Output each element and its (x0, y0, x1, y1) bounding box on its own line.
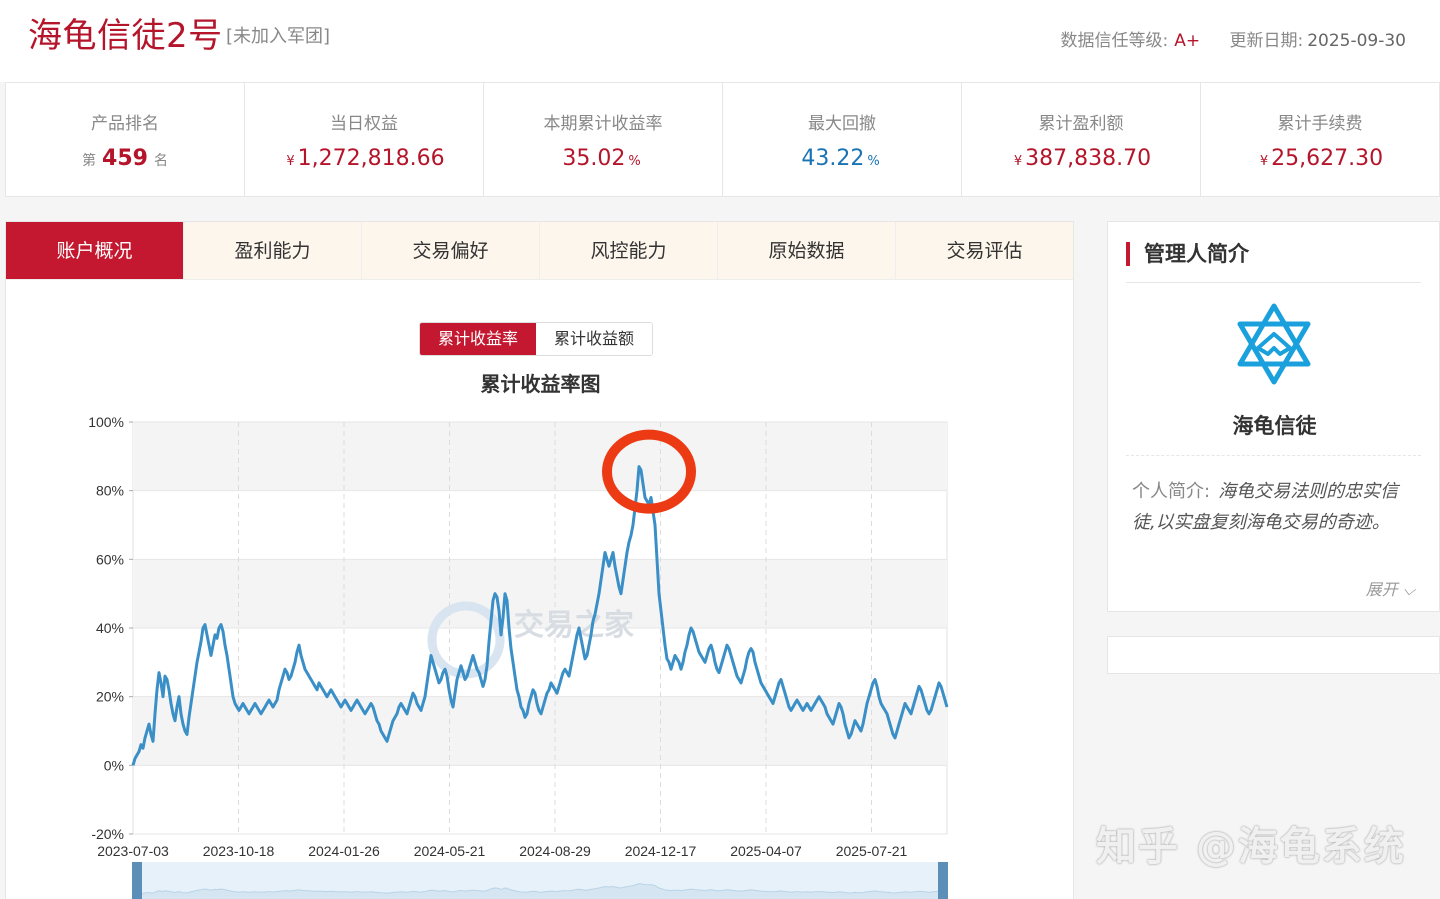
stat-value: 459 (102, 146, 148, 171)
stat-prefix: ¥ (1259, 154, 1269, 169)
intro-label: 个人简介: (1132, 481, 1211, 502)
expand-label: 展开 (1365, 580, 1398, 599)
stat-value: 43.22 (801, 146, 865, 171)
update-date: 2025-09-30 (1307, 31, 1406, 51)
x-tick-label: 2024-08-29 (519, 843, 591, 859)
stat-return-rate: 本期累计收益率 35.02% (484, 83, 723, 196)
stat-prefix: ¥ (1013, 154, 1023, 169)
stat-value: 35.02 (562, 146, 626, 171)
page-header: 海龟信徒2号 [未加入军团] 数据信任等级: A+ 更新日期: 2025-09-30 (0, 0, 1440, 82)
manager-heading: 管理人简介 (1126, 242, 1249, 266)
x-tick-label: 2025-04-07 (730, 843, 802, 859)
main-panel: 账户概况 盈利能力 交易偏好 风控能力 原始数据 交易评估 累计收益率 累计收益… (5, 221, 1074, 899)
chevron-down-icon: ⌵ (1402, 580, 1415, 599)
stat-fees: 累计手续费 ¥25,627.30 (1201, 83, 1439, 196)
stat-value: 1,272,818.66 (297, 146, 445, 171)
y-tick-label: 60% (96, 551, 124, 567)
page-title: 海龟信徒2号 (28, 16, 223, 56)
stat-value: 25,627.30 (1271, 146, 1384, 171)
stat-suffix: 名 (153, 153, 168, 169)
grade-value: A+ (1174, 31, 1201, 51)
y-tick-label: 80% (96, 483, 124, 499)
x-tick-label: 2024-05-21 (414, 843, 486, 859)
x-tick-label: 2023-07-03 (97, 843, 169, 859)
stat-prefix: ¥ (286, 154, 295, 169)
stat-suffix: % (867, 154, 880, 169)
stat-rank: 产品排名 第 459 名 (6, 83, 245, 196)
stat-label: 当日权益 (330, 114, 398, 134)
stat-suffix: % (628, 154, 641, 169)
header-meta: 数据信任等级: A+ 更新日期: 2025-09-30 (1060, 26, 1406, 51)
chart-watermark: 交易之家 (514, 608, 634, 643)
stat-label: 最大回撤 (808, 114, 876, 134)
grade-label: 数据信任等级: (1060, 31, 1169, 51)
manager-logo-icon (1237, 303, 1311, 385)
manager-intro: 个人简介: 海龟交易法则的忠实信徒,以实盘复刻海龟交易的奇迹。 (1132, 476, 1417, 538)
navigator-handle-left (132, 862, 142, 899)
stat-label: 本期累计收益率 (543, 114, 663, 134)
divider (1126, 282, 1421, 283)
legion-tag: [未加入军团] (226, 26, 331, 47)
navigator-handle-right (938, 862, 948, 899)
stat-equity: 当日权益 ¥1,272,818.66 (245, 83, 484, 196)
stat-prefix: 第 (82, 153, 97, 169)
y-tick-label: 40% (96, 620, 124, 636)
stat-label: 累计手续费 (1277, 114, 1363, 134)
manager-name: 海龟信徒 (1232, 414, 1317, 438)
secondary-panel (1107, 636, 1440, 674)
y-tick-label: 0% (104, 757, 124, 773)
page-watermark: 知乎 @海龟系统 (1096, 824, 1406, 870)
y-tick-label: 100% (88, 414, 124, 430)
stats-strip: 产品排名 第 459 名 当日权益 ¥1,272,818.66 本期累计收益率 35… (5, 82, 1440, 197)
stat-label: 产品排名 (91, 114, 159, 134)
y-tick-label: 20% (96, 689, 124, 705)
stat-max-drawdown: 最大回撤 43.22% (723, 83, 962, 196)
x-tick-label: 2025-07-21 (836, 843, 908, 859)
x-tick-label: 2024-12-17 (625, 843, 697, 859)
x-tick-label: 2024-01-26 (308, 843, 380, 859)
date-label: 更新日期: (1229, 31, 1304, 51)
grid-band (133, 422, 947, 491)
divider (1126, 455, 1421, 456)
return-rate-chart: 2023-07-03 2023-10-18 2024-01-26 2024-05-21… (88, 414, 949, 899)
stat-value: 387,838.70 (1025, 146, 1152, 171)
expand-link[interactable]: 展开 ⌵ (1366, 576, 1415, 600)
manager-panel: 管理人简介 海龟信徒 个人简介: 海龟交易法则的忠实信徒,以实盘复刻海龟交易的奇迹… (1107, 221, 1440, 612)
y-tick-label: -20% (91, 826, 124, 842)
stat-profit: 累计盈利额 ¥387,838.70 (962, 83, 1201, 196)
stat-label: 累计盈利额 (1038, 114, 1124, 134)
x-tick-label: 2023-10-18 (203, 843, 275, 859)
